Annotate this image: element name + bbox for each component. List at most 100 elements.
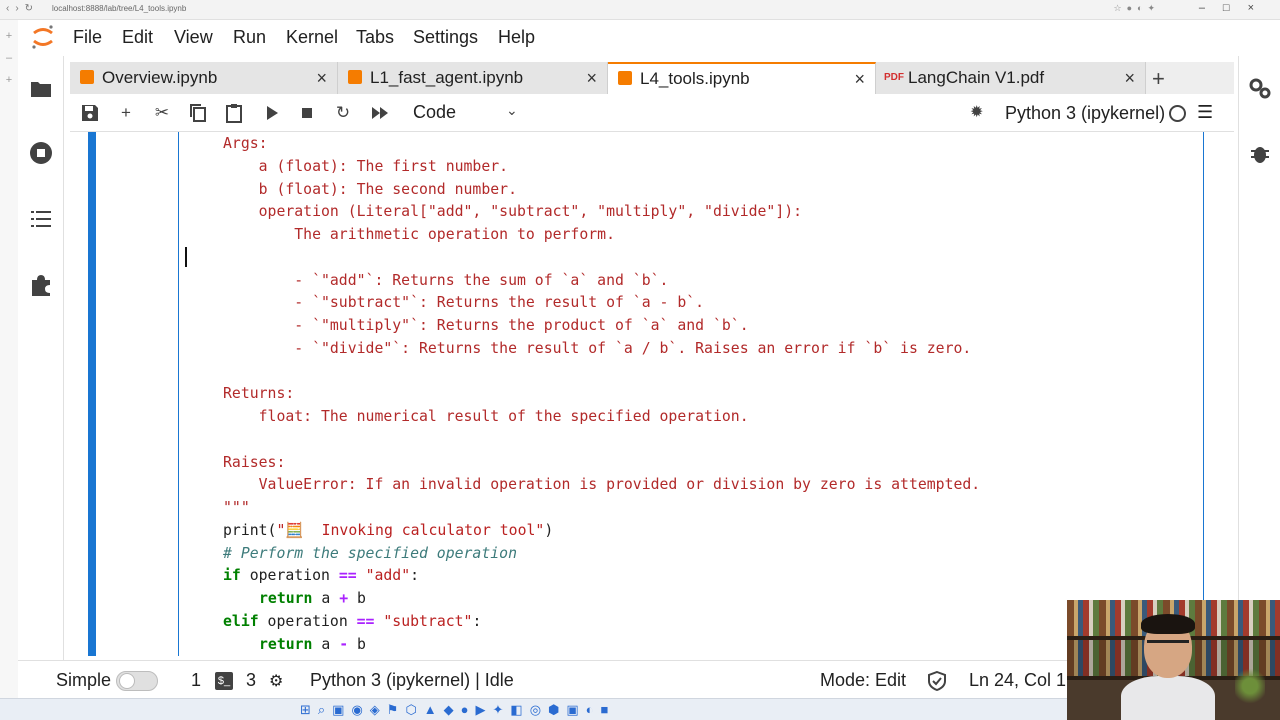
- tab-l1-fast-agent[interactable]: L1_fast_agent.ipynb ×: [338, 62, 608, 94]
- add-cell-icon[interactable]: +: [115, 102, 137, 124]
- taskbar-app-icons[interactable]: ⊞⌕▣◉◈⚑⬡▲◆●▶✦◧◎⬢▣◐■: [300, 702, 615, 718]
- tab-label: Overview.ipynb: [102, 68, 218, 87]
- hamburger-menu-icon[interactable]: ☰: [1197, 102, 1213, 123]
- active-cell-indicator[interactable]: [88, 132, 96, 656]
- code-line-elif: elif operation == "subtract":: [223, 611, 481, 633]
- code-line: The arithmetic operation to perform.: [223, 226, 615, 243]
- trusted-shield-icon[interactable]: [928, 671, 946, 691]
- close-icon[interactable]: ×: [586, 62, 597, 94]
- code-token-operator: +: [339, 590, 349, 607]
- menu-view[interactable]: View: [174, 27, 213, 48]
- new-tab-plus-icon[interactable]: +: [1152, 66, 1165, 92]
- run-icon[interactable]: [260, 102, 282, 124]
- menu-kernel[interactable]: Kernel: [286, 27, 338, 48]
- fast-forward-icon[interactable]: [369, 102, 391, 124]
- cell-type-select[interactable]: Code: [413, 102, 456, 123]
- code-token: operation: [258, 613, 357, 630]
- menu-tabs[interactable]: Tabs: [356, 27, 394, 48]
- code-line-return: return a - b: [259, 634, 366, 656]
- kernel-status-icon: [1169, 105, 1186, 122]
- tab-bar: Overview.ipynb × L1_fast_agent.ipynb × L…: [70, 62, 1234, 94]
- code-token-string: "add": [356, 567, 411, 584]
- code-token-operator: ==: [356, 613, 375, 630]
- stop-icon[interactable]: [296, 102, 318, 124]
- close-icon[interactable]: ×: [854, 64, 865, 94]
- tab-l4-tools[interactable]: L4_tools.ipynb ×: [608, 62, 876, 94]
- simple-mode-toggle[interactable]: [116, 671, 158, 691]
- pdf-icon: PDF: [884, 72, 904, 83]
- close-icon[interactable]: ×: [1124, 62, 1135, 94]
- kernel-status-text[interactable]: Python 3 (ipykernel) | Idle: [310, 670, 514, 691]
- close-icon[interactable]: ×: [316, 62, 327, 94]
- code-line-comment: # Perform the specified operation: [223, 545, 517, 562]
- code-token-operator: -: [339, 636, 349, 653]
- notebook-toolbar: + ✂ ↻ Code ⌄ ✹ Python 3 (ipykernel) ☰: [70, 94, 1234, 132]
- debugger-icon[interactable]: ✹: [970, 102, 983, 122]
- code-token-string: "subtract": [374, 613, 473, 630]
- code-line: Args:: [223, 135, 268, 152]
- toggle-knob: [119, 673, 135, 689]
- plant-image: [1235, 666, 1265, 706]
- code-line: operation (Literal["add", "subtract", "m…: [223, 203, 803, 220]
- notebook-icon: [618, 71, 632, 85]
- terminal-icon[interactable]: $_: [215, 672, 233, 690]
- code-line-if: if operation == "add":: [223, 565, 419, 587]
- running-icon[interactable]: [28, 140, 54, 166]
- code-line-return: return a + b: [259, 588, 366, 610]
- code-token-string: "🧮 Invoking calculator tool": [276, 522, 545, 539]
- presenter-hair: [1141, 614, 1195, 634]
- browser-extension-icons[interactable]: ☆●◐✦: [1114, 3, 1160, 14]
- code-token: a: [312, 590, 340, 607]
- kernel-name[interactable]: Python 3 (ipykernel): [1005, 103, 1165, 124]
- chevron-down-icon[interactable]: ⌄: [506, 102, 518, 119]
- folder-icon[interactable]: [28, 76, 54, 102]
- tab-langchain-pdf[interactable]: PDF LangChain V1.pdf ×: [876, 62, 1146, 94]
- debugger-bug-icon[interactable]: [1248, 142, 1272, 166]
- menu-edit[interactable]: Edit: [122, 27, 153, 48]
- menu-settings[interactable]: Settings: [413, 27, 478, 48]
- code-line: ValueError: If an invalid operation is p…: [223, 476, 981, 493]
- copy-icon[interactable]: [187, 102, 209, 124]
- cut-icon[interactable]: ✂: [151, 102, 173, 124]
- browser-side-icon[interactable]: +: [0, 74, 18, 86]
- kernel-count[interactable]: 3: [246, 670, 256, 691]
- menu-file[interactable]: File: [73, 27, 102, 48]
- code-token: ): [544, 522, 554, 539]
- code-token: print(: [223, 522, 277, 539]
- tab-label: L4_tools.ipynb: [640, 69, 750, 88]
- code-token: a: [312, 636, 340, 653]
- browser-side-icon[interactable]: +: [0, 30, 18, 42]
- extension-puzzle-icon[interactable]: [28, 272, 54, 298]
- menu-help[interactable]: Help: [498, 27, 535, 48]
- browser-side-strip: + – +: [0, 20, 18, 700]
- paste-icon[interactable]: [223, 102, 245, 124]
- browser-nav-icons[interactable]: ‹›↻: [6, 3, 39, 14]
- code-line: - `"multiply"`: Returns the product of `…: [223, 317, 749, 334]
- code-token-keyword: return: [259, 590, 313, 607]
- terminal-count[interactable]: 1: [191, 670, 201, 691]
- code-token-keyword: elif: [223, 613, 259, 630]
- cursor-position[interactable]: Ln 24, Col 1: [969, 670, 1066, 691]
- presenter-body: [1121, 676, 1215, 720]
- table-of-contents-icon[interactable]: [28, 206, 54, 232]
- window-controls[interactable]: –□×: [1199, 2, 1272, 14]
- code-line: - `"subtract"`: Returns the result of `a…: [223, 294, 705, 311]
- code-token: b: [348, 590, 366, 607]
- kernel-gear-icon[interactable]: ⚙: [269, 671, 283, 691]
- webcam-overlay: [1067, 600, 1280, 720]
- code-token-operator: ==: [338, 567, 357, 584]
- code-line: - `"divide"`: Returns the result of `a /…: [223, 340, 972, 357]
- menu-run[interactable]: Run: [233, 27, 266, 48]
- code-cell-editor[interactable]: Args: a (float): The first number. b (fl…: [178, 132, 1204, 656]
- browser-url[interactable]: localhost:8888/lab/tree/L4_tools.ipynb: [52, 4, 186, 13]
- code-line: a (float): The first number.: [223, 158, 509, 175]
- browser-side-icon[interactable]: –: [0, 52, 18, 64]
- save-icon[interactable]: [79, 102, 101, 124]
- tab-overview[interactable]: Overview.ipynb ×: [70, 62, 338, 94]
- tab-label: L1_fast_agent.ipynb: [370, 68, 524, 87]
- code-line: b (float): The second number.: [223, 181, 517, 198]
- property-inspector-gears-icon[interactable]: [1248, 76, 1272, 100]
- notebook-panel[interactable]: Args: a (float): The first number. b (fl…: [70, 132, 1234, 656]
- restart-icon[interactable]: ↻: [332, 102, 354, 124]
- editor-mode: Mode: Edit: [820, 670, 907, 690]
